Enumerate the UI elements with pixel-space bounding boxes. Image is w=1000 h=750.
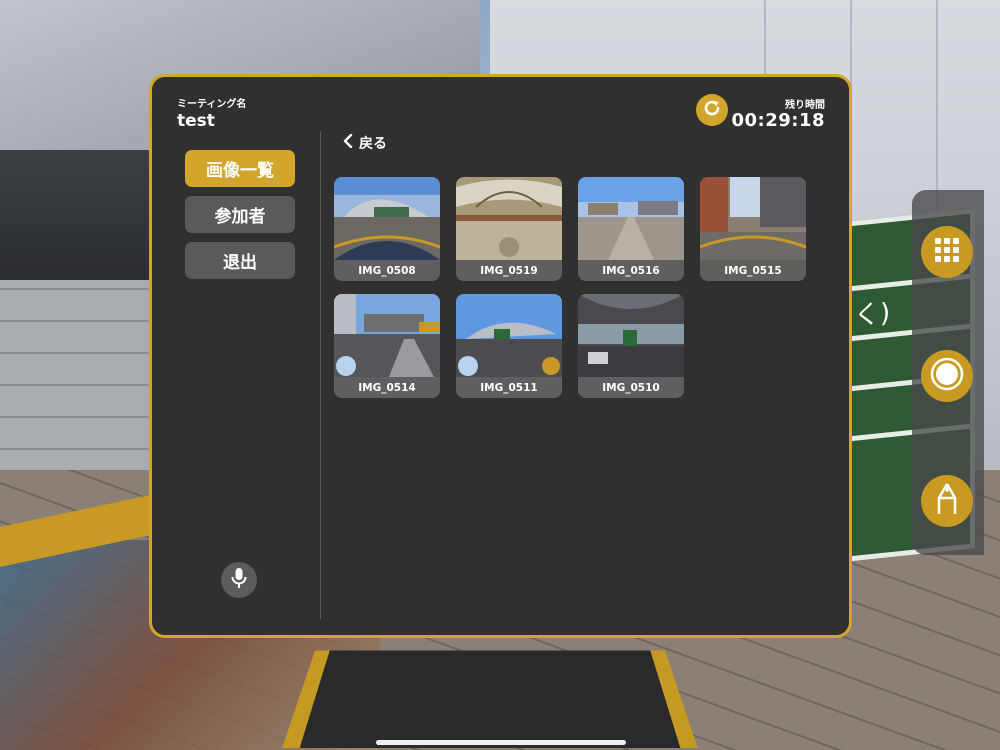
refresh-icon xyxy=(702,98,722,122)
chevron-left-icon xyxy=(343,133,353,152)
image-thumbnail[interactable]: IMG_0514 xyxy=(334,294,440,398)
panorama-preview xyxy=(334,177,440,260)
image-thumbnail[interactable]: IMG_0508 xyxy=(334,177,440,281)
menu-participants[interactable]: 参加者 xyxy=(185,196,295,233)
pen-icon xyxy=(936,482,958,520)
sign-glyph: く) xyxy=(854,298,891,332)
record-button[interactable] xyxy=(921,350,973,402)
back-label: 戻る xyxy=(359,136,387,152)
panorama-preview xyxy=(578,177,684,260)
panorama-preview xyxy=(456,294,562,377)
floor-mat xyxy=(282,650,698,749)
image-name: IMG_0515 xyxy=(700,260,806,281)
image-thumbnail[interactable]: IMG_0510 xyxy=(578,294,684,398)
remaining-time-label: 残り時間 xyxy=(785,100,825,111)
panel-divider xyxy=(320,131,321,619)
record-icon xyxy=(930,357,964,395)
image-thumbnail[interactable]: IMG_0515 xyxy=(700,177,806,281)
menu-participants-label: 参加者 xyxy=(214,207,266,227)
meeting-name: test xyxy=(177,111,215,131)
panorama-preview xyxy=(456,177,562,260)
meeting-name-label: ミーティング名 xyxy=(177,99,247,110)
panorama-preview xyxy=(578,294,684,377)
image-thumbnail[interactable]: IMG_0511 xyxy=(456,294,562,398)
panorama-preview xyxy=(700,177,806,260)
remaining-time: 00:29:18 xyxy=(731,110,825,131)
home-indicator[interactable] xyxy=(376,740,626,745)
image-name: IMG_0508 xyxy=(334,260,440,281)
microphone-button[interactable] xyxy=(221,562,257,598)
menu-exit[interactable]: 退出 xyxy=(185,242,295,279)
panorama-preview xyxy=(334,294,440,377)
building-left-underside xyxy=(0,150,160,280)
refresh-button[interactable] xyxy=(696,94,728,126)
image-name: IMG_0510 xyxy=(578,377,684,398)
image-thumbnail[interactable]: IMG_0519 xyxy=(456,177,562,281)
menu-exit-label: 退出 xyxy=(223,253,257,273)
image-name: IMG_0514 xyxy=(334,377,440,398)
image-name: IMG_0511 xyxy=(456,377,562,398)
stone-wall xyxy=(0,280,150,480)
image-name: IMG_0516 xyxy=(578,260,684,281)
menu-image-list[interactable]: 画像一覧 xyxy=(185,150,295,187)
grid-button[interactable] xyxy=(921,226,973,278)
grid-icon xyxy=(934,237,960,267)
back-button[interactable]: 戻る xyxy=(343,133,387,153)
pen-button[interactable] xyxy=(921,475,973,527)
side-toolbar xyxy=(912,190,984,555)
meeting-panel: ミーティング名 test 残り時間 00:29:18 画像一覧 参加者 退出 戻… xyxy=(149,74,852,638)
menu-image-list-label: 画像一覧 xyxy=(206,161,274,181)
image-thumbnail[interactable]: IMG_0516 xyxy=(578,177,684,281)
microphone-icon xyxy=(230,567,248,593)
image-name: IMG_0519 xyxy=(456,260,562,281)
